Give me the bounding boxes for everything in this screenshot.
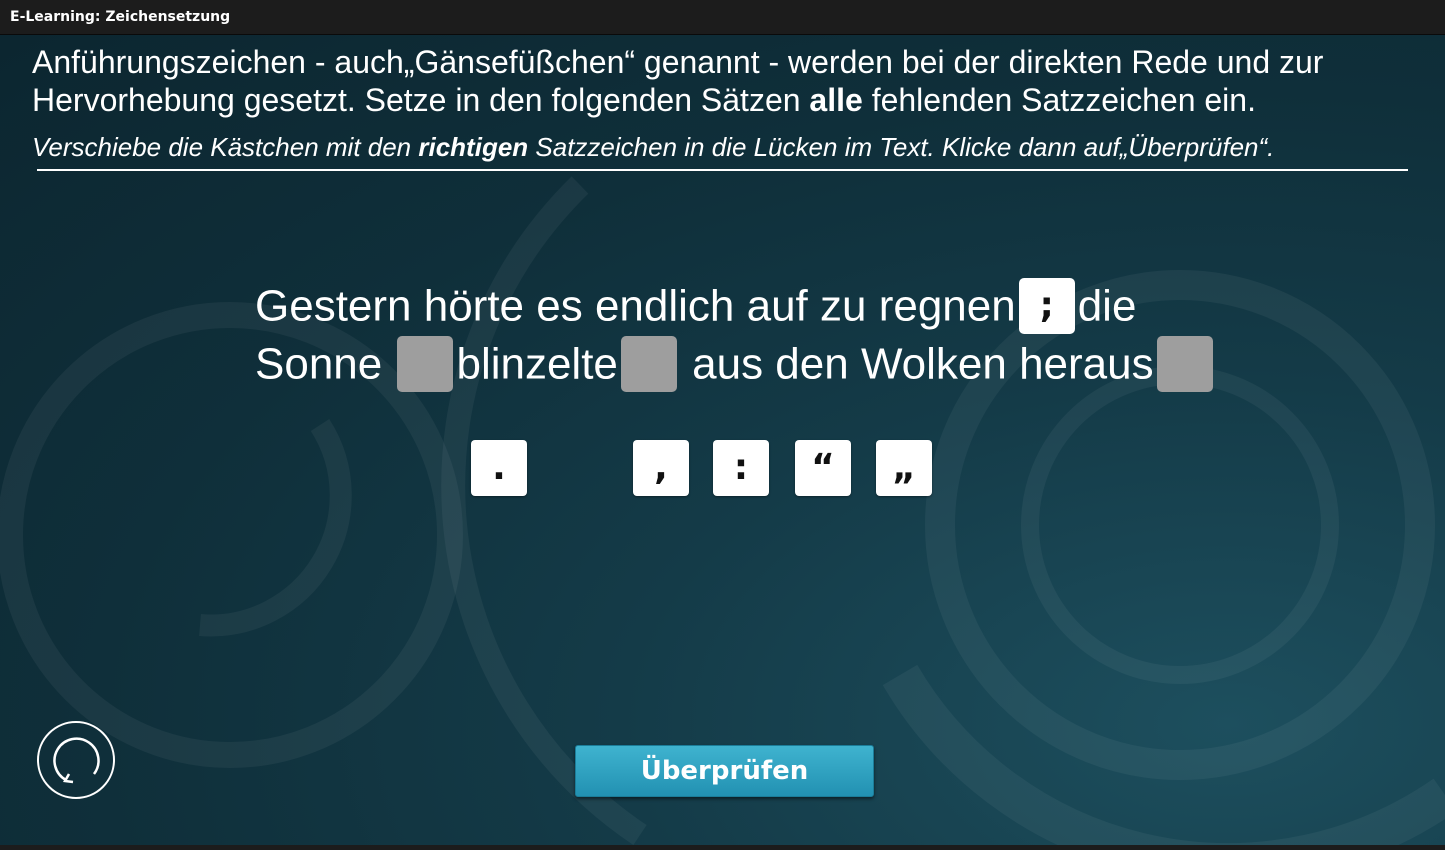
sentence-text-4: blinzelte	[456, 339, 618, 389]
exercise-sentence: Gestern hörte es endlich auf zu regnen; d…	[255, 275, 1255, 393]
gap-slot-3[interactable]	[620, 336, 677, 393]
tile-colon[interactable]: :	[713, 440, 769, 496]
intro-text: Anführungszeichen - auch„Gänsefüßchen“ g…	[32, 43, 1422, 119]
tile-comma[interactable]: ,	[633, 440, 689, 496]
divider	[37, 169, 1408, 171]
instruction-text-part1: Verschiebe die Kästchen mit den	[32, 132, 419, 162]
intro-text-bold: alle	[809, 82, 863, 118]
instruction-text-bold: richtigen	[418, 132, 529, 162]
sentence-text-3: Sonne	[255, 339, 383, 389]
sentence-line-1: Gestern hörte es endlich auf zu regnen; d…	[255, 275, 1255, 335]
reset-icon	[37, 721, 115, 799]
tile-closing-quote[interactable]: “	[795, 440, 851, 496]
gap-slot-2[interactable]	[397, 336, 454, 393]
check-button[interactable]: Überprüfen	[575, 745, 874, 797]
window-bottom-border	[0, 845, 1445, 850]
reset-button[interactable]	[36, 720, 116, 800]
gap-slot-4[interactable]	[1156, 336, 1213, 393]
sentence-text-1: Gestern hörte es endlich auf zu regnen	[255, 281, 1016, 331]
sentence-text-2: die	[1077, 281, 1137, 331]
exercise-stage: Anführungszeichen - auch„Gänsefüßchen“ g…	[0, 35, 1445, 845]
instruction-text-part2: Satzzeichen in die Lücken im Text. Klick…	[528, 132, 1275, 162]
window-titlebar: E-Learning: Zeichensetzung	[0, 0, 1445, 35]
gap-slot-1[interactable]: ;	[1018, 278, 1075, 335]
sentence-text-5: aus den Wolken heraus	[692, 339, 1154, 389]
tile-period[interactable]: .	[471, 440, 527, 496]
sentence-line-2: Sonne blinzelte aus den Wolken heraus	[255, 333, 1255, 393]
instruction-text: Verschiebe die Kästchen mit den richtige…	[32, 131, 1422, 163]
intro-text-part2: fehlenden Satzzeichen ein.	[862, 82, 1256, 118]
window-title: E-Learning: Zeichensetzung	[10, 9, 231, 25]
tile-opening-quote[interactable]: „	[876, 440, 932, 496]
